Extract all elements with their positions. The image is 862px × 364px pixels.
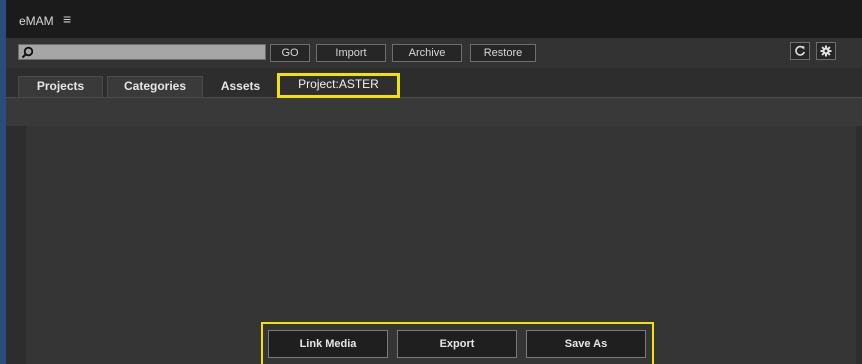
- archive-button[interactable]: Archive: [392, 44, 462, 62]
- app-window: eMAM ≡ GO Import Archive Restore Project…: [6, 0, 862, 364]
- tab-project-aster[interactable]: Project:ASTER: [277, 73, 400, 98]
- search-input[interactable]: [37, 45, 263, 59]
- title-bar: eMAM ≡: [6, 0, 862, 38]
- refresh-icon: [795, 45, 805, 56]
- refresh-button[interactable]: [790, 42, 810, 60]
- project-subheader: [6, 98, 862, 126]
- import-button[interactable]: Import: [316, 44, 386, 62]
- search-field[interactable]: [18, 44, 266, 60]
- export-button[interactable]: Export: [397, 330, 517, 358]
- gear-icon: [820, 45, 832, 57]
- tab-categories[interactable]: Categories: [107, 76, 203, 97]
- link-media-button[interactable]: Link Media: [268, 330, 388, 358]
- restore-button[interactable]: Restore: [470, 44, 536, 62]
- tab-bar: Projects Categories Assets Project:ASTER: [6, 68, 862, 98]
- toolbar: GO Import Archive Restore: [6, 38, 862, 68]
- app-title: eMAM: [19, 14, 54, 28]
- save-as-button[interactable]: Save As: [526, 330, 646, 358]
- hamburger-menu-icon[interactable]: ≡: [63, 12, 71, 26]
- tab-assets[interactable]: Assets: [207, 76, 274, 97]
- go-button[interactable]: GO: [270, 44, 310, 62]
- tab-projects[interactable]: Projects: [18, 76, 103, 97]
- search-icon: [21, 46, 34, 59]
- settings-button[interactable]: [816, 42, 836, 60]
